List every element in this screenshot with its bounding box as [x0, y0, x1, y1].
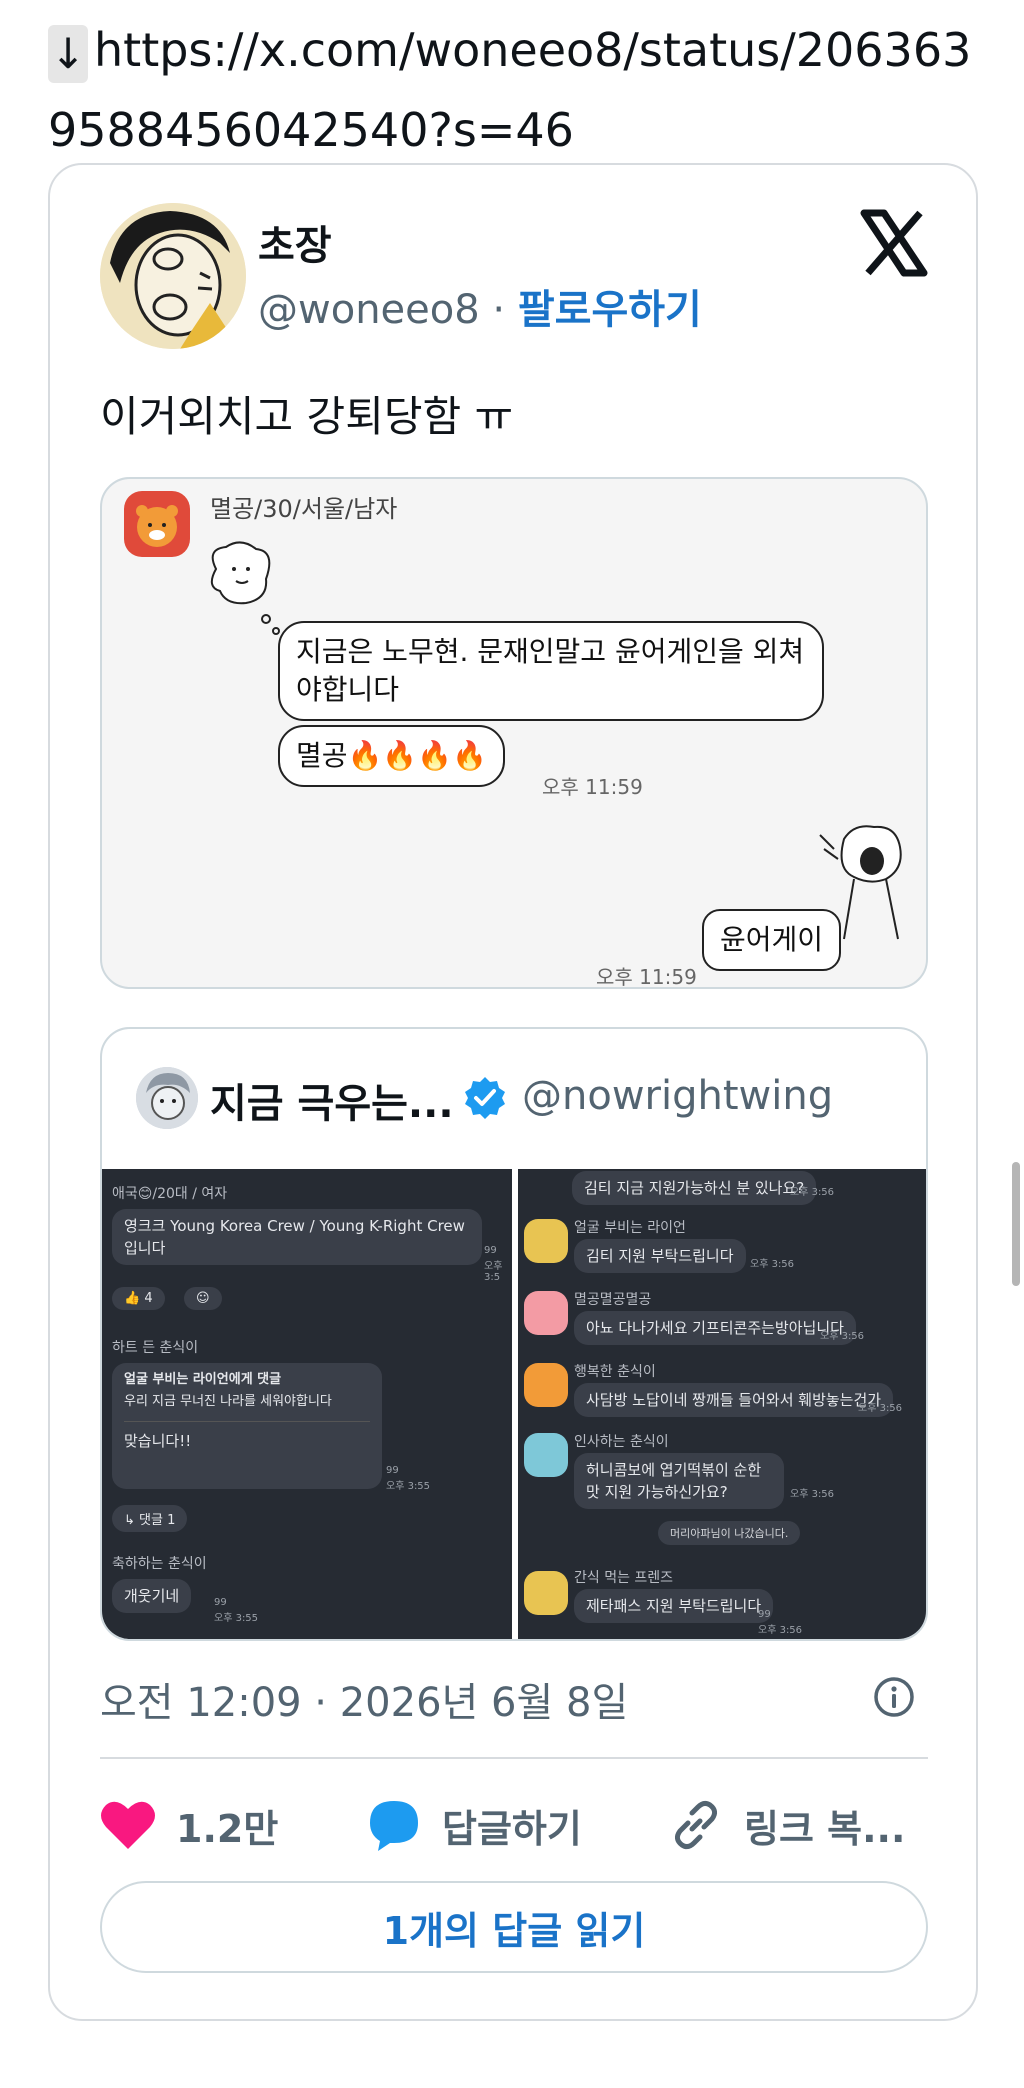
right-time-1: 오후 3:56	[750, 1259, 795, 1270]
left-reply-bubble: 얼굴 부비는 라이언에게 댓글 우리 지금 무너진 나라를 세워야합니다 맞습니…	[112, 1363, 382, 1489]
right-message-3: 사담방 노답이네 짱깨들 들어와서 훼방놓는건가	[574, 1383, 894, 1417]
chat-bubble-2: 멸공🔥🔥🔥🔥	[278, 725, 505, 787]
action-bar: 1.2만 답글하기 링크 복...	[100, 1793, 928, 1857]
author-name[interactable]: 초장	[258, 213, 332, 271]
left-read-2: 99	[386, 1465, 399, 1476]
like-reaction-chip[interactable]: 👍 4	[112, 1287, 165, 1310]
left-time-1: 오후 3:5	[484, 1261, 503, 1283]
reply-button[interactable]: 답글하기	[366, 1793, 582, 1857]
like-button[interactable]: 1.2만	[100, 1793, 278, 1857]
right-read-5: 99	[758, 1609, 771, 1620]
copy-link-button[interactable]: 링크 복...	[668, 1793, 905, 1857]
right-sender-3: 행복한 춘식이	[574, 1364, 656, 1380]
author-handle[interactable]: @woneeo8	[258, 287, 480, 333]
reply-header: 얼굴 부비는 라이언에게 댓글	[124, 1372, 282, 1387]
speech-bubble-icon	[370, 1801, 418, 1851]
x-logo-icon[interactable]	[858, 207, 930, 279]
url-text[interactable]: https://x.com/woneeo8/status/20636395884…	[48, 23, 971, 157]
left-read-3: 99	[214, 1597, 227, 1608]
download-arrow-icon: ↓	[48, 24, 88, 83]
chat-bubble-1: 지금은 노무현. 문재인말고 윤어게인을 외쳐야합니다	[278, 621, 824, 721]
right-time-2: 오후 3:56	[820, 1331, 865, 1342]
follow-button[interactable]: 팔로우하기	[518, 287, 702, 333]
reaction-count: 4	[144, 1291, 153, 1306]
divider	[100, 1757, 928, 1759]
right-message-4: 허니콤보에 엽기떡볶이 순한맛 지원 가능하신가요?	[574, 1453, 784, 1509]
reply-label: 답글하기	[442, 1806, 582, 1851]
left-chat-notice: 머리아파님이 나갔습니다.	[658, 1521, 801, 1545]
chat-time-1: 오후 11:59	[542, 775, 643, 799]
chat-bubble-reply: 윤어게이	[702, 909, 842, 971]
like-count: 1.2만	[176, 1806, 279, 1851]
verified-badge-icon	[465, 1077, 505, 1119]
friend-avatar-5	[524, 1571, 568, 1615]
tweet-timestamp[interactable]: 오전 12:09 · 2026년 6월 8일	[100, 1670, 628, 1728]
chat-sender-name: 멸공/30/서울/남자	[210, 495, 398, 523]
left-sender-2: 하트 든 춘식이	[112, 1340, 199, 1356]
quoted-tweet[interactable]: 지금 극우는... @nowrightwing 애국😊/20대 / 여자 영크크…	[100, 1027, 928, 1641]
quoted-author-name[interactable]: 지금 극우는...	[210, 1071, 454, 1129]
right-sender-5: 간식 먹는 프렌즈	[574, 1570, 674, 1586]
left-sender-3: 축하하는 춘식이	[112, 1556, 207, 1572]
right-time-0: 오후 3:56	[790, 1187, 835, 1198]
friend-avatar-1	[524, 1219, 568, 1263]
right-sender-4: 인사하는 춘식이	[574, 1434, 669, 1450]
left-read-1: 99	[484, 1245, 497, 1256]
right-message-1: 김티 지원 부탁드립니다	[574, 1239, 746, 1273]
quoted-tweet-header: 지금 극우는... @nowrightwing	[102, 1029, 926, 1169]
left-message-3: 개웃기네	[112, 1579, 192, 1613]
read-replies-button[interactable]: 1개의 답글 읽기	[100, 1881, 928, 1973]
tweet-embed-card: 초장 @woneeo8 · 팔로우하기 이거외치고 강퇴당함 ㅠ 멸공/30/서…	[48, 163, 978, 2021]
reply-quote: 우리 지금 무너진 나라를 세워야합니다	[124, 1394, 332, 1409]
author-avatar[interactable]	[100, 203, 246, 349]
separator-dot: ·	[479, 287, 518, 333]
quoted-author-avatar[interactable]	[136, 1067, 198, 1129]
right-sender-2: 멸공멸공멸공	[574, 1292, 652, 1308]
left-sender-1: 애국😊/20대 / 여자	[112, 1186, 228, 1202]
scrollbar[interactable]	[1012, 1162, 1020, 1286]
info-icon[interactable]	[872, 1675, 916, 1719]
thumbs-up-icon: 👍	[124, 1291, 141, 1306]
add-reaction-icon[interactable]: ☺	[184, 1287, 222, 1310]
left-message-1: 영크크 Young Korea Crew / Young K-Right Cre…	[112, 1209, 482, 1265]
right-message-0: 김티 지금 지원가능하신 분 있나요?	[572, 1171, 817, 1205]
tweet-text: 이거외치고 강퇴당함 ㅠ	[100, 392, 514, 441]
copy-link-label: 링크 복...	[744, 1806, 906, 1851]
quoted-image-right[interactable]: 김티 지금 지원가능하신 분 있나요? 오후 3:56 얼굴 부비는 라이언 김…	[518, 1169, 926, 1639]
right-time-4: 오후 3:56	[790, 1489, 835, 1500]
friend-avatar-2	[524, 1291, 568, 1335]
cartoon-character-icon	[210, 541, 280, 635]
quoted-image-left[interactable]: 애국😊/20대 / 여자 영크크 Young Korea Crew / Youn…	[102, 1169, 512, 1639]
right-message-5: 제타패스 지원 부탁드립니다	[574, 1589, 774, 1623]
link-icon	[674, 1800, 718, 1850]
source-url[interactable]: ↓ https://x.com/woneeo8/status/2063639588…	[48, 10, 988, 170]
friend-avatar-4	[524, 1433, 568, 1477]
right-time-5: 오후 3:56	[758, 1625, 803, 1636]
heart-icon	[101, 1801, 155, 1849]
right-time-3: 오후 3:56	[858, 1403, 903, 1414]
quoted-author-handle[interactable]: @nowrightwing	[522, 1073, 833, 1119]
left-time-3: 오후 3:55	[214, 1613, 259, 1624]
reply-count-chip[interactable]: ↳ 댓글 1	[112, 1505, 188, 1532]
chat-time-2: 오후 11:59	[596, 965, 697, 989]
author-handle-row: @woneeo8 · 팔로우하기	[258, 277, 702, 335]
right-sender-1: 얼굴 부비는 라이언	[574, 1220, 686, 1236]
friend-avatar-3	[524, 1363, 568, 1407]
reply-body: 맞습니다!!	[124, 1432, 192, 1450]
tweet-image-chat[interactable]: 멸공/30/서울/남자 지금은 노무현. 문재인말고 윤어게인을 외쳐야합니다 …	[100, 477, 928, 989]
chat-sender-avatar	[124, 491, 190, 557]
left-time-2: 오후 3:55	[386, 1481, 431, 1492]
right-message-2: 아뇨 다나가세요 기프티콘주는방아닙니다	[574, 1311, 856, 1345]
